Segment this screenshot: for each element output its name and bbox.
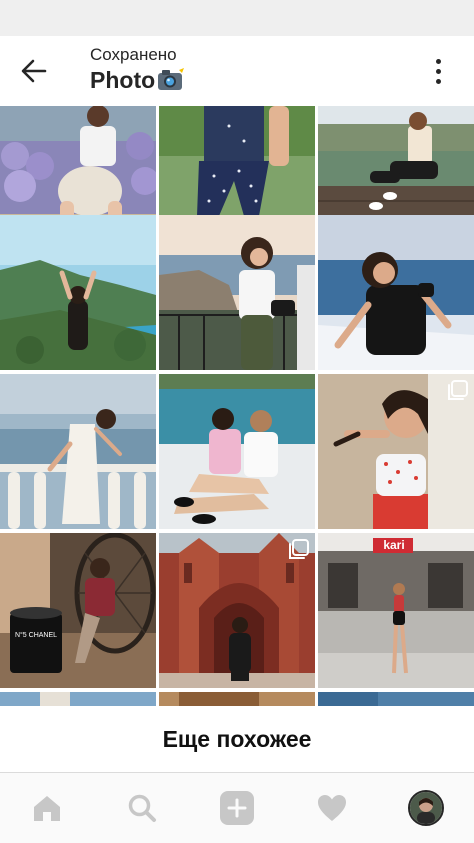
- nav-profile-button[interactable]: [406, 788, 446, 828]
- mall-store-sign: kari: [383, 538, 405, 552]
- nav-search-button[interactable]: [122, 788, 162, 828]
- shopping-mall-photo[interactable]: kari: [318, 533, 474, 688]
- search-icon: [128, 794, 156, 822]
- saved-photo-grid: N°5 CHANEL kari: [0, 106, 474, 706]
- grid-photo-partial[interactable]: [159, 692, 315, 706]
- add-icon: [220, 791, 254, 825]
- nav-activity-button[interactable]: [312, 788, 352, 828]
- heart-icon: [318, 795, 346, 821]
- more-like-this-label: Еще похожее: [162, 725, 312, 752]
- red-cathedral-photo[interactable]: [159, 533, 315, 688]
- camera-flash-icon: [157, 67, 185, 93]
- vertical-dots-icon: [435, 58, 441, 64]
- grid-photo-partial[interactable]: [0, 692, 156, 706]
- header-text: Сохранено Photo: [90, 45, 185, 95]
- arrow-left-icon: [21, 59, 47, 83]
- dot: [435, 78, 441, 84]
- chanel-label: N°5 CHANEL: [14, 632, 58, 639]
- balustrade-sunset-photo[interactable]: [0, 374, 156, 529]
- nav-add-button[interactable]: [217, 788, 257, 828]
- multiple-photos-icon: [289, 539, 309, 559]
- collection-title-text: Photo: [90, 67, 156, 93]
- smiling-girl-photo[interactable]: [318, 374, 474, 529]
- multiple-photos-icon: [448, 380, 468, 400]
- collection-title: Photo: [90, 65, 185, 95]
- poolside-friends-photo[interactable]: [159, 374, 315, 529]
- coastal-hills-photo[interactable]: [0, 215, 156, 370]
- more-options-button[interactable]: [424, 54, 452, 88]
- dot: [435, 68, 441, 74]
- app-header: Сохранено Photo: [0, 36, 474, 106]
- nav-home-button[interactable]: [27, 788, 67, 828]
- chanel-cafe-photo[interactable]: N°5 CHANEL: [0, 533, 156, 688]
- status-bar: [0, 0, 474, 36]
- more-like-this-section: Еще похожее: [0, 706, 474, 772]
- seaside-balcony-photo[interactable]: [159, 215, 315, 370]
- home-icon: [34, 796, 60, 821]
- back-button[interactable]: [14, 54, 54, 88]
- grid-photo-partial[interactable]: [318, 692, 474, 706]
- collection-subtitle: Сохранено: [90, 45, 177, 64]
- sea-rocks-photo[interactable]: [318, 215, 474, 370]
- bottom-navigation: [0, 772, 474, 843]
- profile-avatar: [408, 790, 444, 826]
